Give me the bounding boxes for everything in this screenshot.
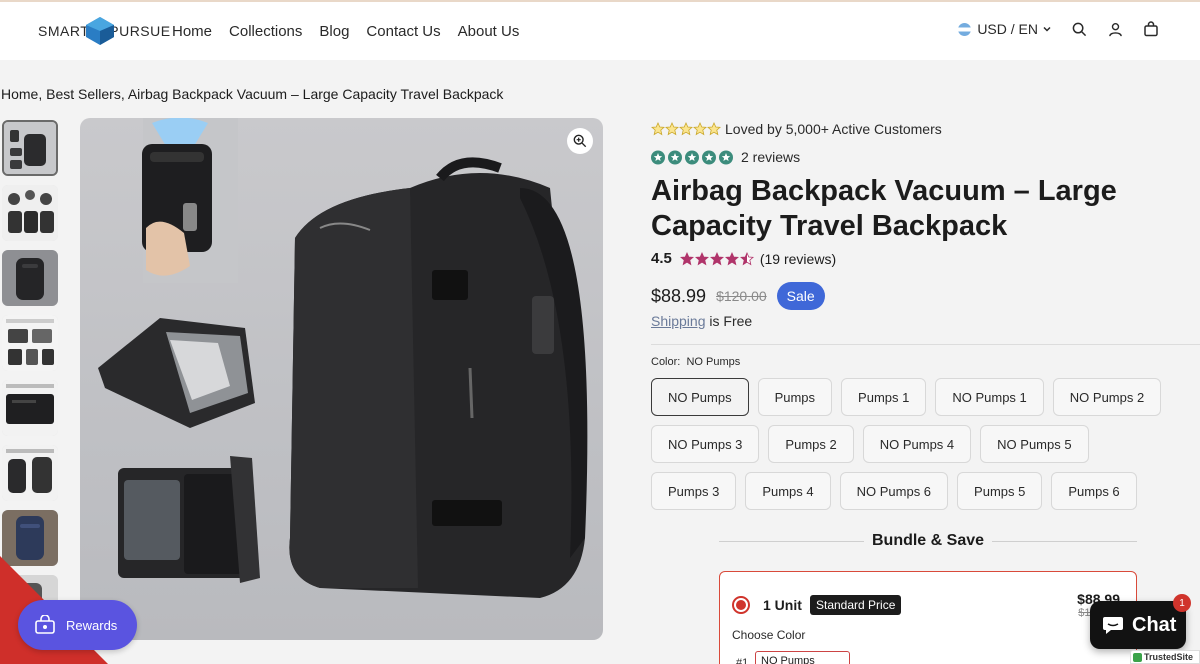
option-no-pumps-2[interactable]: NO Pumps 2 — [1052, 378, 1162, 416]
check-icon — [1133, 652, 1142, 662]
option-no-pumps[interactable]: NO Pumps — [651, 378, 749, 416]
logo-text-left: SMART — [38, 23, 90, 39]
unit-title: 1 Unit — [763, 597, 802, 613]
trustedsite-badge[interactable]: TrustedSite — [1130, 650, 1200, 664]
bundle-radio[interactable] — [732, 596, 750, 614]
thumbnail-1[interactable] — [2, 120, 58, 176]
rating-reviews: (19 reviews) — [759, 250, 837, 267]
thumbnail-4[interactable] — [2, 315, 58, 371]
shipping-link[interactable]: Shipping — [651, 313, 706, 329]
main-nav: Home Collections Blog Contact Us About U… — [172, 23, 519, 40]
zoom-in-icon — [573, 134, 587, 148]
gift-bag-icon — [35, 615, 55, 634]
nav-home[interactable]: Home — [172, 23, 212, 40]
loved-text: Loved by 5,000+ Active Customers — [725, 121, 942, 137]
option-pumps-6[interactable]: Pumps 6 — [1051, 472, 1137, 510]
currency-selector[interactable]: USD / EN — [958, 21, 1052, 37]
color-value: NO Pumps — [686, 356, 741, 368]
bundle-color-select[interactable]: NO Pumps — [755, 651, 850, 664]
outline-stars-icon — [651, 122, 721, 136]
price-row: $88.99 $120.00 Sale — [651, 282, 825, 310]
main-product-image[interactable] — [80, 118, 603, 640]
option-no-pumps-3[interactable]: NO Pumps 3 — [651, 425, 760, 463]
option-pumps[interactable]: Pumps — [757, 378, 833, 416]
account-icon[interactable] — [1106, 20, 1124, 38]
option-no-pumps-4[interactable]: NO Pumps 4 — [862, 425, 972, 463]
flag-icon — [958, 22, 972, 36]
currency-label: USD / EN — [977, 21, 1038, 37]
logo-text-right: PURSUE — [109, 23, 171, 39]
reviews-count: 2 reviews — [741, 149, 801, 165]
option-pumps-3[interactable]: Pumps 3 — [651, 472, 737, 510]
color-options: NO Pumps Pumps Pumps 1 NO Pumps 1 NO Pum… — [651, 378, 1171, 510]
option-pumps-5[interactable]: Pumps 5 — [957, 472, 1043, 510]
bundle-heading: Bundle & Save — [871, 532, 985, 549]
option-no-pumps-1[interactable]: NO Pumps 1 — [935, 378, 1044, 416]
trustedsite-label: TrustedSite — [1144, 652, 1194, 662]
nav-blog[interactable]: Blog — [319, 23, 349, 40]
option-pumps-1[interactable]: Pumps 1 — [841, 378, 927, 416]
backpack-illustration — [98, 118, 588, 598]
bundle-line-right — [992, 540, 1137, 542]
bundle-line-left — [719, 540, 864, 542]
bundle-heading-row: Bundle & Save — [719, 532, 1137, 550]
header-actions: USD / EN — [958, 20, 1160, 38]
standard-price-badge: Standard Price — [810, 595, 902, 615]
chevron-down-icon — [1043, 26, 1051, 32]
chat-button[interactable]: Chat — [1090, 601, 1186, 649]
green-stars-icon — [651, 150, 733, 164]
logo-gem-icon — [86, 17, 115, 45]
thumbnail-2[interactable] — [2, 185, 58, 241]
site-header: SMART PURSUE Home Collections Blog Conta… — [0, 0, 1200, 60]
cart-icon[interactable] — [1142, 20, 1160, 38]
chat-notification-badge: 1 — [1173, 594, 1191, 612]
nav-collections[interactable]: Collections — [229, 23, 302, 40]
rating-row[interactable]: 4.5 (19 reviews) — [651, 250, 836, 267]
option-no-pumps-6[interactable]: NO Pumps 6 — [839, 472, 949, 510]
thumbnail-5[interactable] — [2, 380, 58, 436]
search-icon[interactable] — [1070, 20, 1088, 38]
product-title: Airbag Backpack Vacuum – Large Capacity … — [651, 175, 1117, 242]
sale-badge: Sale — [776, 282, 825, 310]
option-no-pumps-5[interactable]: NO Pumps 5 — [980, 425, 1089, 463]
color-label: Color: — [651, 356, 681, 368]
option-pumps-4[interactable]: Pumps 4 — [745, 472, 831, 510]
option-pumps-2[interactable]: Pumps 2 — [768, 425, 854, 463]
chat-bubble-icon — [1103, 617, 1123, 634]
current-price: $88.99 — [651, 285, 707, 306]
loved-by-row: Loved by 5,000+ Active Customers — [651, 121, 942, 137]
zoom-button[interactable] — [567, 128, 593, 154]
color-label-row: Color: NO Pumps — [651, 356, 740, 368]
breadcrumb[interactable]: Home, Best Sellers, Airbag Backpack Vacu… — [1, 86, 503, 102]
row-number: #1 — [736, 657, 749, 664]
bundle-color-select-value: NO Pumps — [761, 655, 815, 664]
divider — [651, 344, 1200, 345]
bundle-option-1-unit[interactable]: 1 Unit Standard Price $88.99 $120.00 Cho… — [719, 571, 1137, 664]
compare-price: $120.00 — [716, 288, 767, 304]
thumbnail-6[interactable] — [2, 445, 58, 501]
nav-contact-us[interactable]: Contact Us — [366, 23, 440, 40]
shipping-suffix: is Free — [709, 313, 753, 329]
pink-stars-icon — [679, 251, 754, 265]
rewards-button[interactable]: Rewards — [18, 600, 137, 650]
rating-value: 4.5 — [651, 250, 672, 267]
choose-color-label: Choose Color — [732, 628, 806, 642]
rewards-label: Rewards — [66, 617, 118, 633]
review-summary[interactable]: 2 reviews — [651, 149, 800, 165]
chat-label: Chat — [1132, 613, 1177, 636]
nav-about-us[interactable]: About Us — [458, 23, 520, 40]
shipping-info: Shipping is Free — [651, 313, 752, 329]
thumbnail-3[interactable] — [2, 250, 58, 306]
site-logo[interactable]: SMART PURSUE — [38, 16, 171, 46]
